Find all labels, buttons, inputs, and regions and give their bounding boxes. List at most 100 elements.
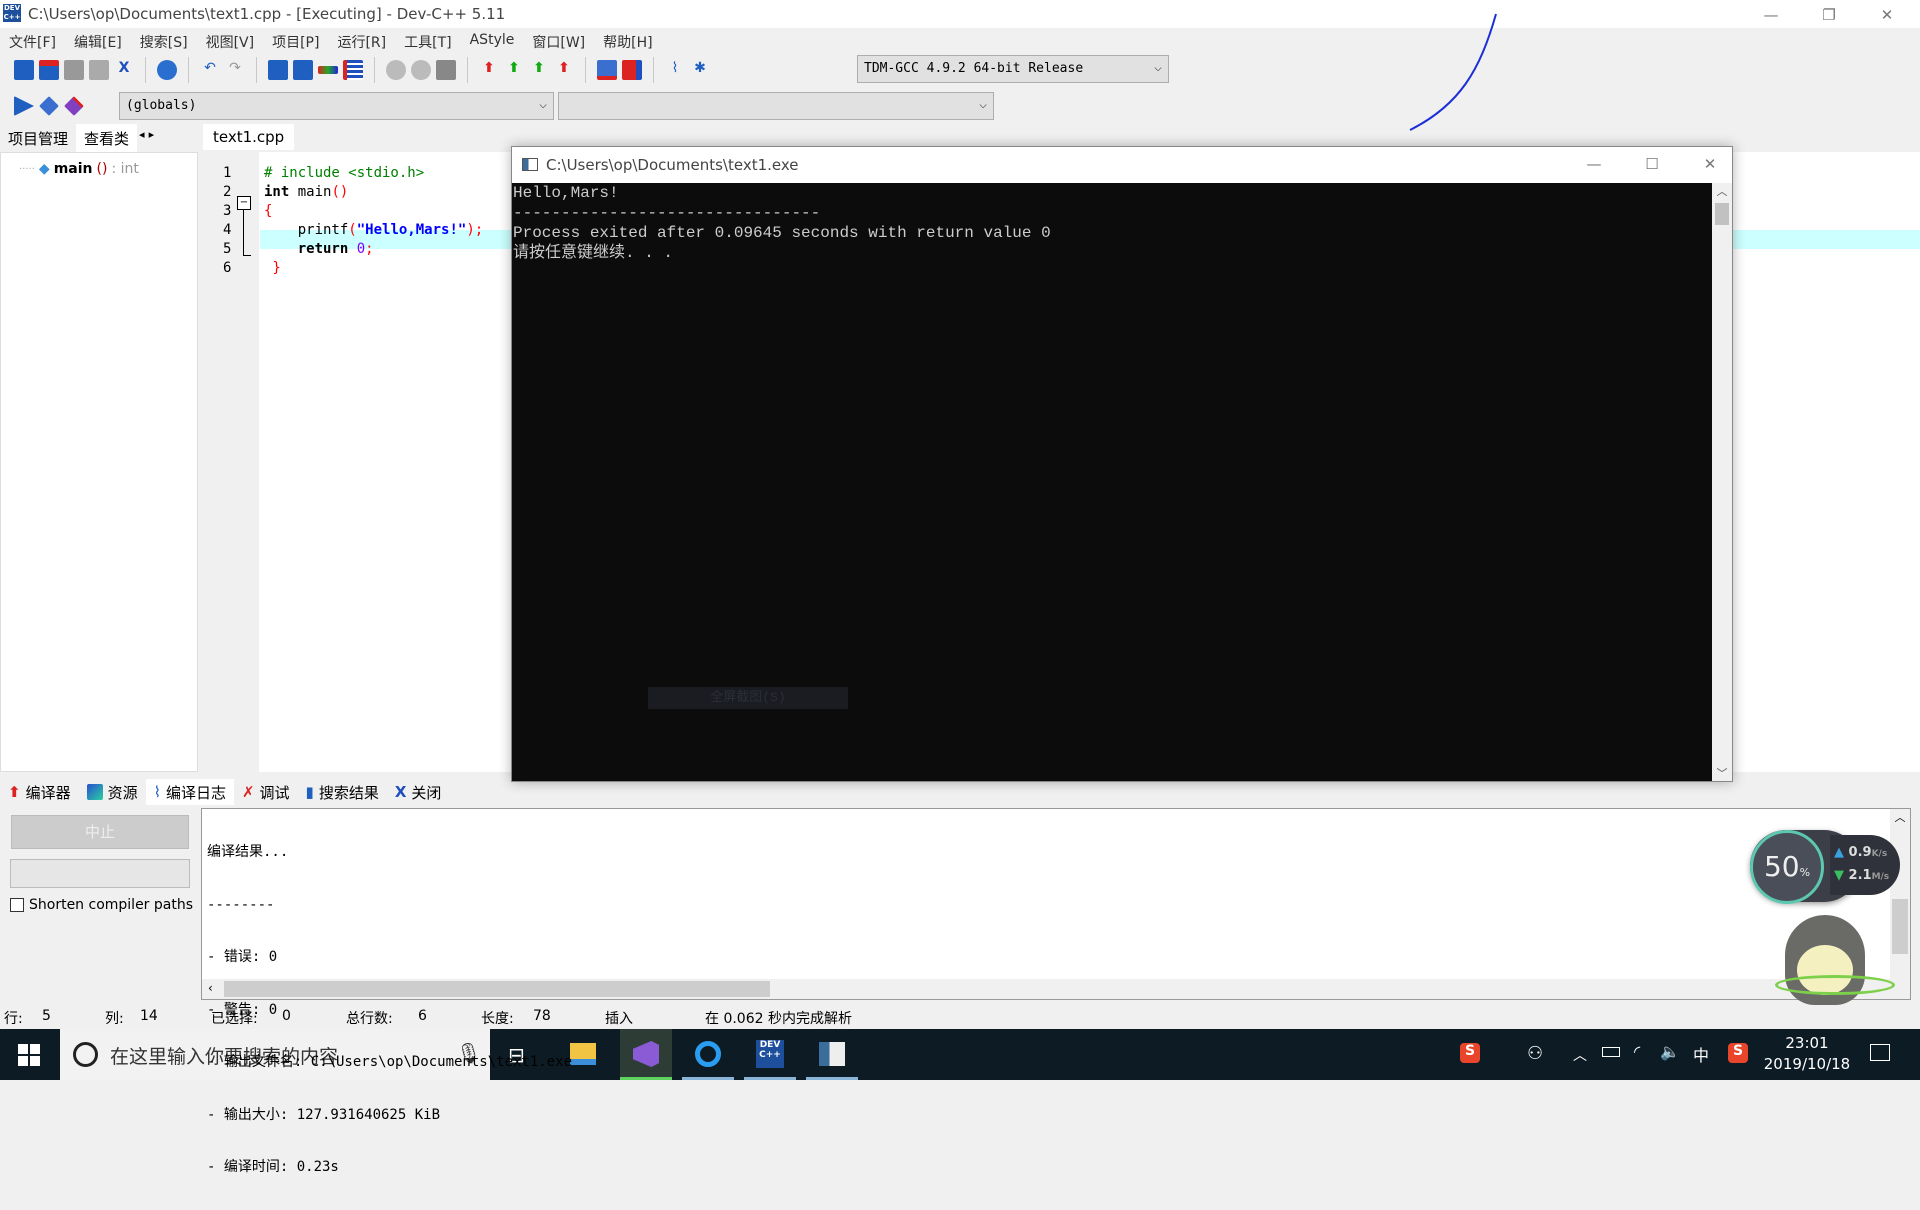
log-line: -------- (207, 896, 275, 913)
undo-icon[interactable]: ↶ (200, 60, 220, 80)
progress-bar (10, 859, 190, 888)
sogou-icon[interactable]: S (1460, 1043, 1480, 1063)
compiler-select[interactable]: TDM-GCC 4.9.2 64-bit Release ⌵ (857, 55, 1169, 83)
log-icon: ⌇ (153, 783, 161, 801)
run-icon[interactable]: ⬆ (504, 60, 524, 80)
console-minimize-button[interactable]: — (1571, 151, 1617, 177)
menu-window[interactable]: 窗口[W] (523, 28, 594, 52)
member-select[interactable]: ⌵ (558, 92, 994, 120)
find-icon[interactable] (268, 60, 288, 80)
console-line: Hello,Mars! (513, 184, 619, 202)
abort-button[interactable]: 中止 (11, 815, 189, 849)
resources-icon (86, 784, 103, 800)
profile-icon[interactable]: ⌇ (665, 60, 685, 80)
volume-icon[interactable]: 🔈 (1660, 1042, 1680, 1061)
tab-compiler[interactable]: ⬆ 编译器 (0, 779, 79, 805)
vertical-scrollbar[interactable]: ︿ (1890, 809, 1910, 999)
tab-search-results[interactable]: ▮ 搜索结果 (298, 779, 387, 805)
console-close-button[interactable]: ✕ (1687, 151, 1733, 177)
download-speed: 2.1 (1848, 868, 1872, 883)
tab-scroll-right[interactable]: ▸ (147, 124, 157, 152)
menu-run[interactable]: 运行[R] (328, 28, 395, 52)
people-icon[interactable]: ⚇ (1527, 1043, 1543, 1064)
compiler-select-value: TDM-GCC 4.9.2 64-bit Release (864, 61, 1084, 76)
tab-close[interactable]: X 关闭 (387, 779, 450, 805)
class-browser: ····· ◆ main() : int (0, 152, 198, 772)
menu-edit[interactable]: 编辑[E] (65, 28, 131, 52)
new-file-icon[interactable] (14, 60, 34, 80)
screenshot-overlay-button[interactable]: 全屏截图(S) (648, 687, 848, 709)
menu-view[interactable]: 视图[V] (197, 28, 264, 52)
fold-collapse-icon[interactable]: − (237, 196, 251, 210)
title-bar: DEV C++ C:\Users\op\Documents\text1.cpp -… (0, 0, 1920, 28)
replace-icon[interactable] (293, 60, 313, 80)
class-toolbar (0, 89, 84, 123)
tab-project[interactable]: 项目管理 (0, 124, 76, 152)
tab-debug[interactable]: ✗ 调试 (234, 779, 298, 805)
open-file-icon[interactable] (39, 60, 59, 80)
rebuild-icon[interactable]: ⬆ (554, 60, 574, 80)
tab-scroll-left[interactable]: ◂ (137, 124, 147, 152)
notification-icon[interactable] (1870, 1044, 1890, 1061)
close-file-icon[interactable]: X (114, 60, 134, 80)
tab-resources[interactable]: 资源 (79, 779, 146, 805)
menu-file[interactable]: 文件[F] (0, 28, 65, 52)
compile-run-icon[interactable]: ⬆ (529, 60, 549, 80)
ime-indicator[interactable]: 中 (1693, 1042, 1709, 1066)
sogou-tray-icon[interactable]: S (1728, 1043, 1748, 1063)
tab-compile-log[interactable]: ⌇ 编译日志 (145, 779, 234, 805)
show-hidden-icons[interactable]: ︿ (1573, 1045, 1587, 1065)
shorten-paths-checkbox[interactable]: Shorten compiler paths (10, 897, 195, 913)
scope-select-value: (globals) (126, 98, 197, 113)
code-token: main (297, 184, 332, 200)
console-maximize-button[interactable]: ☐ (1629, 151, 1675, 177)
compile-log-output[interactable]: ‹ ︿ 编译结果... -------- - 错误: 0 - 警告: 0 - 输… (201, 808, 1911, 1175)
close-button[interactable]: ✕ (1864, 2, 1910, 28)
toggle-bookmark-icon[interactable] (39, 96, 59, 116)
console-scrollbar[interactable]: ︿ ﹀ (1712, 183, 1732, 781)
insert-icon[interactable] (14, 96, 34, 116)
clock[interactable]: 23:01 2019/10/18 (1762, 1033, 1852, 1075)
save-all-icon[interactable] (89, 60, 109, 80)
console-output[interactable]: Hello,Mars! ----------------------------… (512, 183, 1712, 781)
print-icon[interactable] (157, 60, 177, 80)
remove-from-project-icon[interactable] (411, 60, 431, 80)
tab-classes[interactable]: 查看类 (76, 124, 138, 152)
menu-search[interactable]: 搜索[S] (131, 28, 197, 52)
console-window[interactable]: C:\Users\op\Documents\text1.exe — ☐ ✕ He… (511, 146, 1733, 782)
line-number: 6 (223, 260, 232, 276)
menu-help[interactable]: 帮助[H] (594, 28, 661, 52)
menu-project[interactable]: 项目[P] (263, 28, 328, 52)
menu-tools[interactable]: 工具[T] (395, 28, 460, 52)
goto-icon[interactable] (318, 66, 338, 74)
menu-astyle[interactable]: AStyle (461, 28, 524, 52)
project-options-icon[interactable] (436, 60, 456, 80)
checkbox-box[interactable] (10, 898, 24, 912)
debug-icon[interactable] (597, 60, 617, 80)
delete-profile-icon[interactable]: ✱ (690, 60, 710, 80)
tab-label: 编译日志 (165, 783, 226, 802)
battery-icon[interactable] (1602, 1047, 1620, 1057)
wifi-icon[interactable]: ◜ (1634, 1042, 1640, 1061)
stop-execution-icon[interactable] (622, 60, 642, 80)
save-icon[interactable] (64, 60, 84, 80)
redo-icon[interactable]: ↷ (225, 60, 245, 80)
compile-icon[interactable]: ⬆ (479, 60, 499, 80)
scope-select[interactable]: (globals) ⌵ (119, 92, 554, 120)
col-label: 列: (105, 1011, 124, 1027)
log-line: - 输出文件名: C:\Users\op\Documents\text1.exe (207, 1054, 573, 1070)
tab-text1-cpp[interactable]: text1.cpp (203, 124, 295, 150)
log-line: - 编译时间: 0.23s (207, 1159, 339, 1175)
add-to-project-icon[interactable] (386, 60, 406, 80)
start-button[interactable] (18, 1044, 40, 1066)
code-token: () (331, 184, 349, 200)
goto-bookmark-icon[interactable] (64, 96, 84, 116)
cpu-unit: % (1799, 866, 1811, 879)
restore-button[interactable]: ❐ (1806, 2, 1852, 28)
upload-unit: K/s (1871, 849, 1888, 859)
tree-item-main[interactable]: ····· ◆ main() : int (19, 161, 139, 177)
line-number: 2 (223, 184, 232, 200)
goto-line-icon[interactable] (343, 60, 363, 80)
upload-icon: ▲ (1834, 845, 1844, 860)
minimize-button[interactable]: — (1748, 2, 1794, 28)
